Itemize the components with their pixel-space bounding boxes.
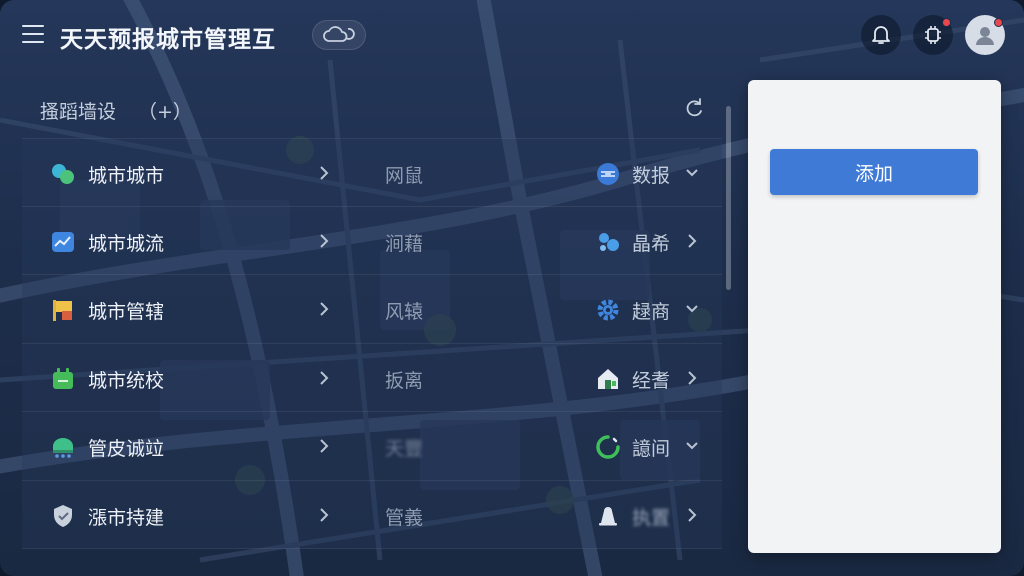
section-title: 搔蹈墙设 [40, 101, 117, 123]
weather-cloud-icon [323, 26, 355, 42]
bell-icon [599, 506, 617, 525]
notification-button[interactable] [861, 15, 901, 55]
list-item[interactable]: 城市管辖 风辕 趢商 [22, 275, 722, 344]
item-status: 管義 [385, 506, 424, 529]
flag-icon [53, 300, 72, 321]
app-header: 天天预报城市管理互 [0, 0, 1024, 70]
item-name: 城市城流 [88, 232, 165, 255]
avatar-notification-dot [994, 18, 1003, 27]
chevron-right-icon [320, 302, 329, 316]
list-item[interactable]: 城市城流 涧藉 晶希 [22, 206, 722, 275]
list-item[interactable]: 漲市持建 管義 执置 [22, 480, 722, 549]
list-item[interactable]: 管皮诚竝 天豐 譩间 [22, 412, 722, 481]
section-add-hint[interactable]: （+） [138, 97, 192, 124]
item-value: 执置 [632, 506, 671, 529]
box-icon [53, 367, 73, 389]
item-status: 天豐 [385, 438, 424, 460]
bus-icon [53, 438, 73, 458]
item-name: 管皮诚竝 [88, 438, 165, 460]
chevron-right-icon[interactable] [684, 506, 700, 524]
item-status: 风辕 [385, 301, 424, 323]
chevron-down-icon[interactable] [684, 437, 700, 455]
side-panel: 添加 [748, 80, 1001, 553]
item-value: 譩间 [632, 438, 671, 460]
item-name: 城市统校 [88, 369, 165, 392]
item-name: 城市管辖 [88, 301, 165, 323]
item-status: 扳离 [385, 369, 424, 392]
gear-icon [599, 232, 619, 251]
chevron-right-icon[interactable] [684, 232, 700, 250]
user-avatar[interactable] [965, 15, 1005, 55]
item-value: 数报 [632, 165, 671, 187]
chevron-right-icon [320, 166, 329, 180]
list-item[interactable]: 城市统校 扳离 经耆 [22, 343, 722, 412]
menu-icon[interactable] [22, 25, 44, 43]
app-title: 天天预报城市管理互 [60, 27, 276, 53]
chevron-down-icon[interactable] [684, 300, 700, 318]
item-name: 城市城市 [88, 165, 165, 187]
chart-icon [52, 231, 74, 252]
bubbles-icon [52, 164, 74, 184]
list-item[interactable]: 城市城市 网鼠 数报 [22, 138, 722, 207]
chevron-right-icon [320, 233, 329, 248]
item-value: 经耆 [632, 369, 671, 392]
bell-icon [872, 26, 890, 44]
notification-dot [942, 18, 951, 27]
chevron-right-icon [320, 439, 329, 453]
item-value: 趢商 [632, 301, 671, 323]
shield-icon [54, 504, 72, 527]
chevron-right-icon [320, 507, 329, 522]
item-status: 网鼠 [385, 165, 424, 187]
status-button[interactable] [913, 15, 953, 55]
loading-icon [596, 435, 620, 459]
app-screen: 天天预报城市管理互 搔蹈墙设 （+） 城市城市 网鼠 数报 城市城流 涧藉 晶希… [0, 0, 1024, 576]
status-icon [925, 26, 941, 44]
weather-chip[interactable] [312, 20, 366, 50]
user-icon [976, 27, 994, 45]
city-list: 城市城市 网鼠 数报 城市城流 涧藉 晶希 城市管辖 风辕 趢商 城市统校 扳离… [22, 138, 722, 549]
home-icon [598, 368, 618, 389]
item-value: 晶希 [632, 232, 671, 255]
chevron-right-icon [320, 370, 329, 385]
gear-icon [597, 299, 619, 321]
add-button[interactable]: 添加 [770, 149, 978, 195]
refresh-icon[interactable] [683, 97, 705, 119]
chevron-down-icon[interactable] [684, 164, 700, 182]
item-name: 漲市持建 [88, 506, 165, 529]
globe-icon [597, 163, 619, 185]
list-scrollbar[interactable] [726, 106, 731, 290]
chevron-right-icon[interactable] [684, 369, 700, 387]
item-status: 涧藉 [385, 232, 424, 255]
